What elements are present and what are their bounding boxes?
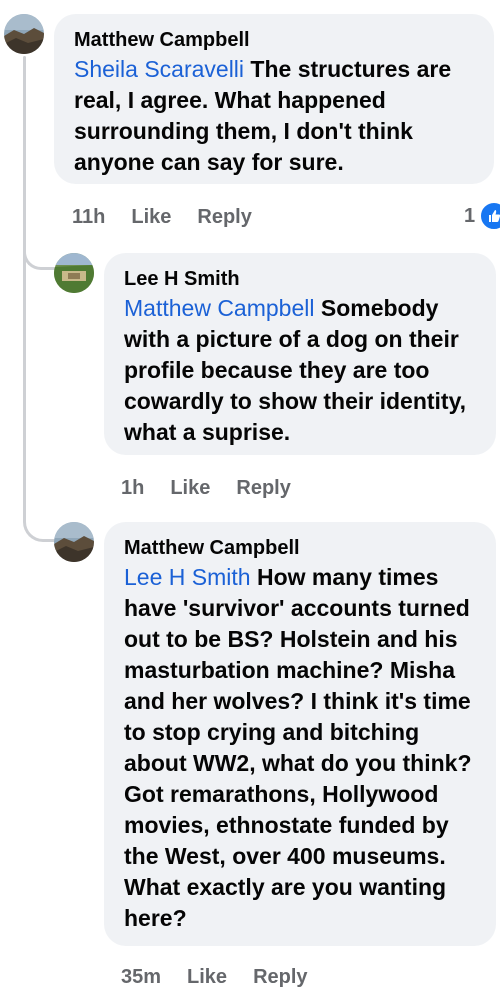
comment-author[interactable]: Lee H Smith <box>124 267 478 291</box>
mention-link[interactable]: Lee H Smith <box>124 564 251 590</box>
comment-author[interactable]: Matthew Campbell <box>74 28 476 52</box>
comment-timestamp[interactable]: 11h <box>72 206 105 229</box>
comment-body: How many times have 'survivor' accounts … <box>124 564 472 931</box>
reply-button[interactable]: Reply <box>236 477 290 500</box>
comment-bubble: Lee H Smith Matthew Campbell Somebody wi… <box>104 253 496 455</box>
comment-text: Lee H Smith How many times have 'survivo… <box>124 562 478 934</box>
comment-actions: 35m Like Reply <box>121 966 334 989</box>
reaction-summary[interactable]: 1 <box>464 201 500 231</box>
reply-button[interactable]: Reply <box>197 206 251 229</box>
comment-author[interactable]: Matthew Campbell <box>124 536 478 560</box>
comment-bubble: Matthew Campbell Sheila Scaravelli The s… <box>54 14 494 184</box>
reply-button[interactable]: Reply <box>253 966 307 989</box>
comment-bubble: Matthew Campbell Lee H Smith How many ti… <box>104 522 496 946</box>
mention-link[interactable]: Sheila Scaravelli <box>74 56 244 82</box>
avatar[interactable] <box>4 14 44 54</box>
like-icon <box>479 201 500 231</box>
like-button[interactable]: Like <box>170 477 210 500</box>
thread-line <box>23 56 26 262</box>
comment-text: Matthew Campbell Somebody with a picture… <box>124 293 478 448</box>
mention-link[interactable]: Matthew Campbell <box>124 295 314 321</box>
avatar[interactable] <box>54 253 94 293</box>
comment-text: Sheila Scaravelli The structures are rea… <box>74 54 476 178</box>
comment-timestamp[interactable]: 1h <box>121 477 144 500</box>
comment-actions: 1h Like Reply <box>121 477 317 500</box>
like-button[interactable]: Like <box>187 966 227 989</box>
comment-actions: 11h Like Reply <box>72 206 278 229</box>
thread-connector <box>23 250 59 542</box>
like-button[interactable]: Like <box>131 206 171 229</box>
comment-timestamp[interactable]: 35m <box>121 966 161 989</box>
reaction-count: 1 <box>464 204 476 227</box>
avatar[interactable] <box>54 522 94 562</box>
